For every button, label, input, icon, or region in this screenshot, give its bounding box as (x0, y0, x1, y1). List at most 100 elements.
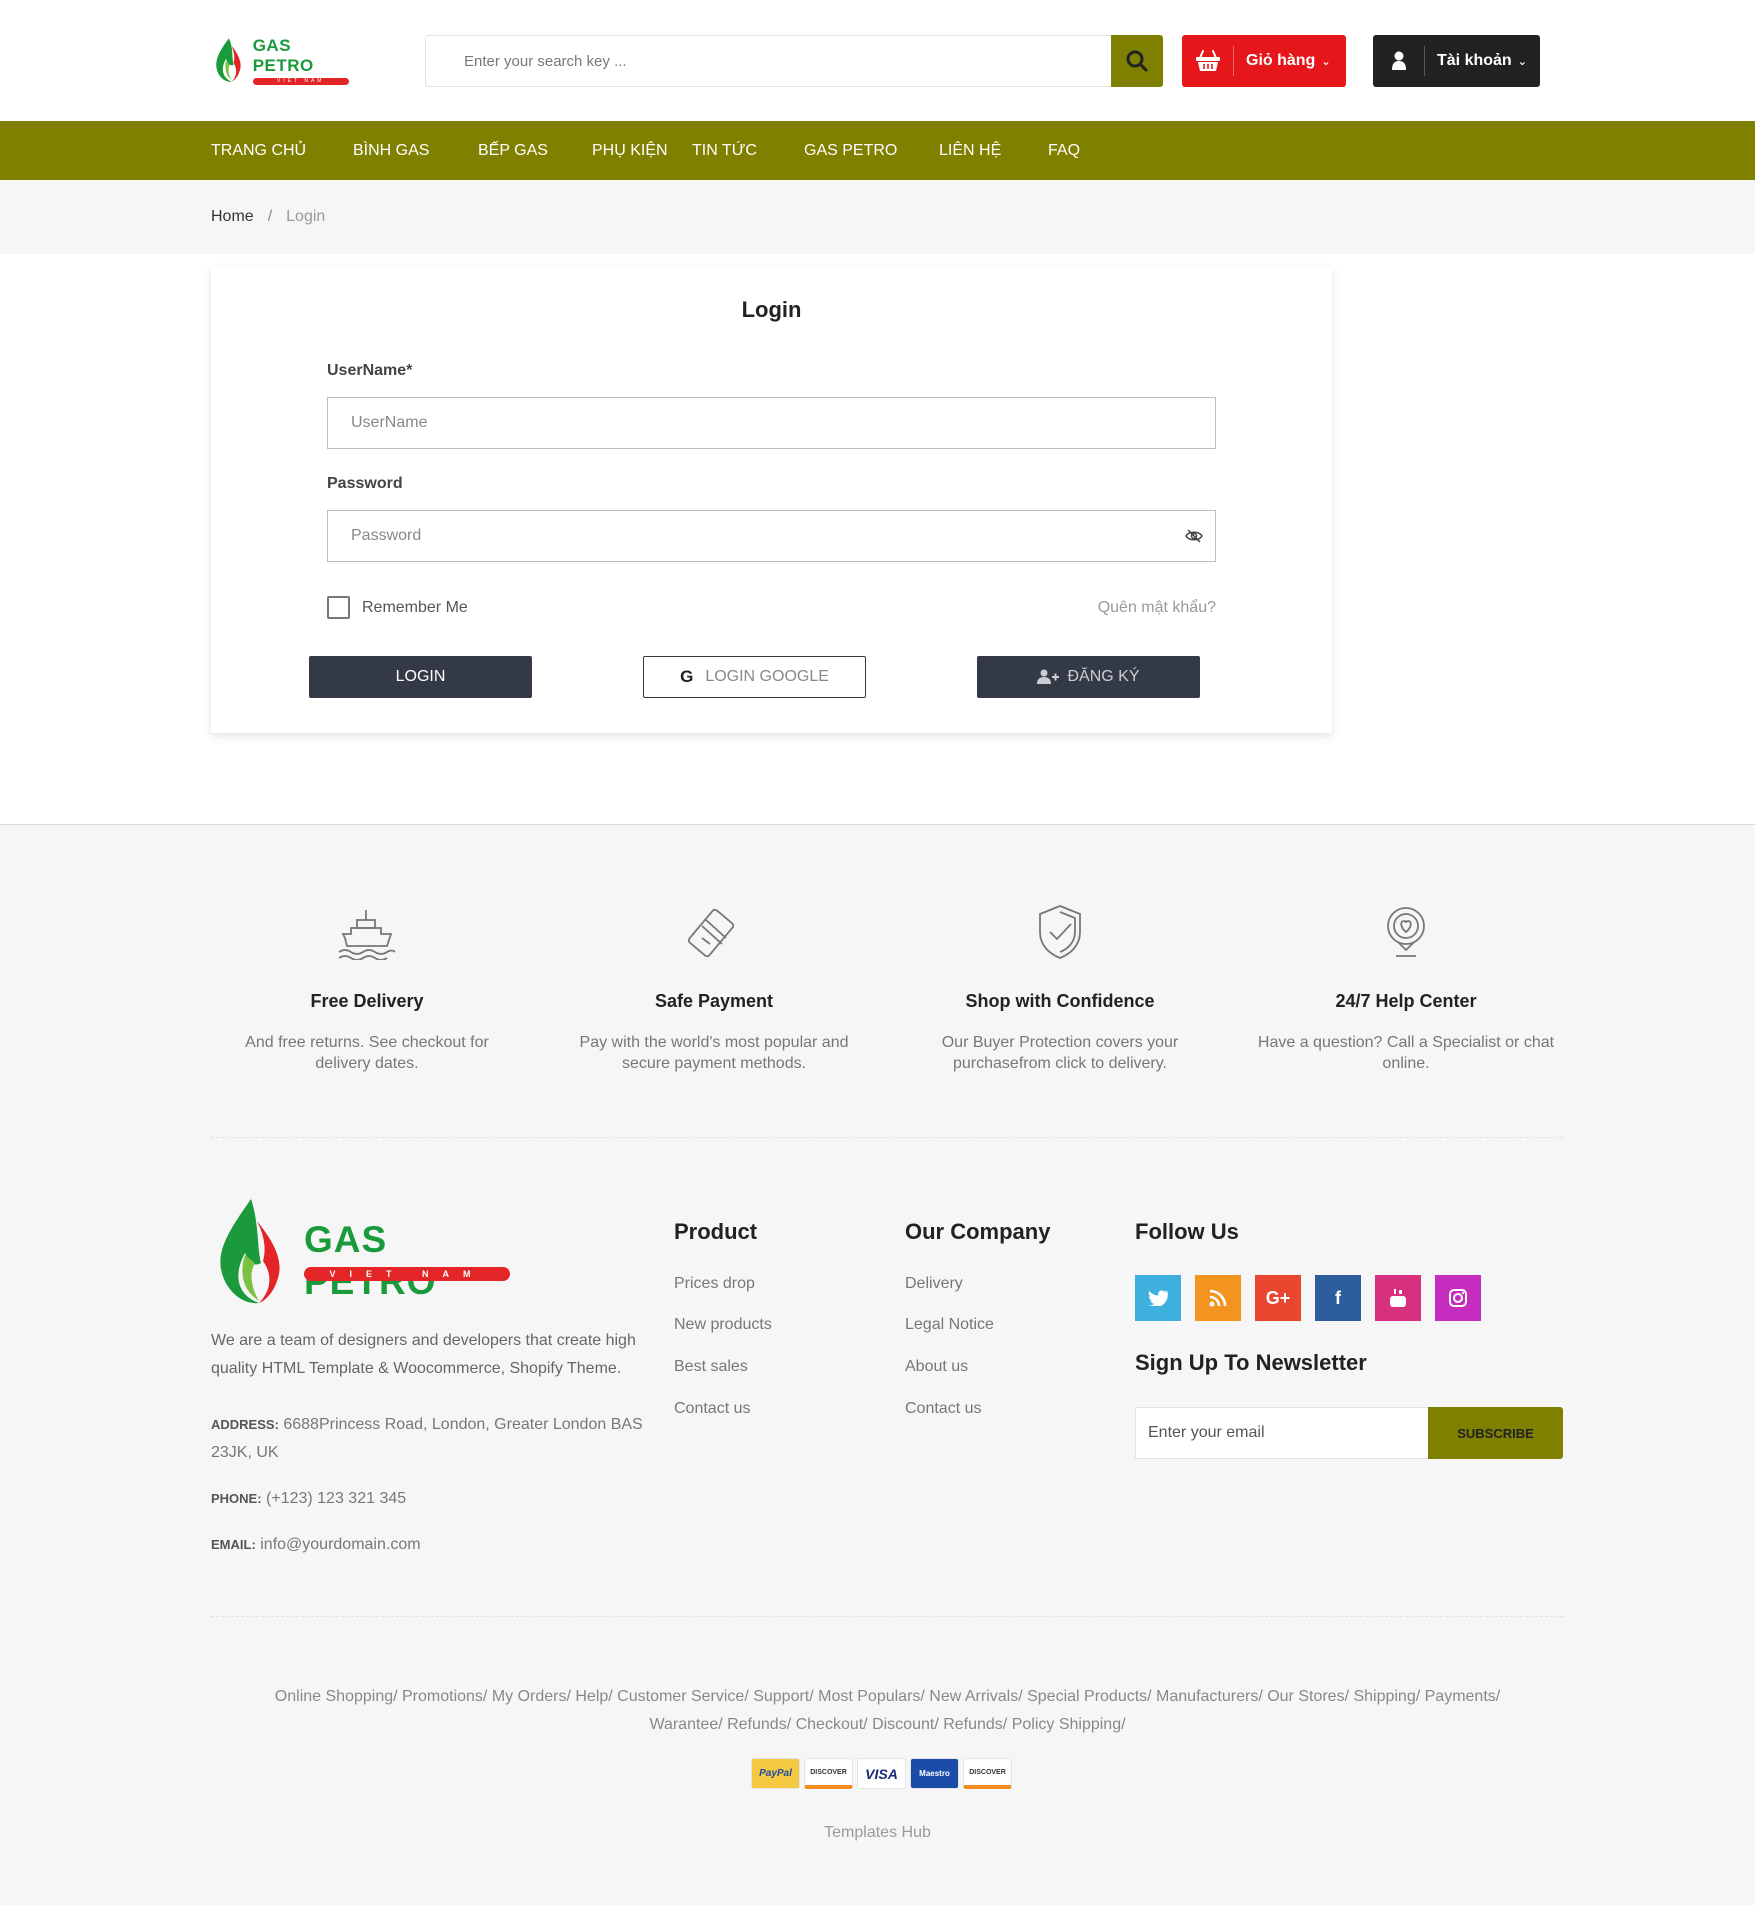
footer-phone: PHONE: (+123) 123 321 345 (211, 1485, 651, 1513)
feature-desc: Pay with the world's most popular and se… (579, 1034, 849, 1072)
nav-item-binh-gas[interactable]: BÌNH GAS (353, 121, 429, 180)
youtube-icon[interactable] (1375, 1275, 1421, 1321)
logo-tagline: VIET NAM (252, 77, 349, 85)
remember-me[interactable]: Remember Me (327, 596, 468, 619)
eye-slash-icon[interactable] (1185, 528, 1203, 549)
footer-link-delivery[interactable]: Delivery (905, 1275, 963, 1293)
nav-item-gas-petro[interactable]: GAS PETRO (804, 121, 897, 180)
footer-link-contact-us[interactable]: Contact us (674, 1400, 750, 1418)
footer-link-legal-notice[interactable]: Legal Notice (905, 1316, 994, 1334)
footer: Free Delivery And free returns. See chec… (0, 824, 1755, 1905)
breadcrumb-home[interactable]: Home (211, 208, 254, 225)
phone-label: PHONE: (211, 1491, 262, 1506)
visa-icon: VISA (857, 1758, 906, 1789)
nav-item-phu-kien[interactable]: PHỤ KIỆN (592, 121, 668, 180)
feature-title: Shop with Confidence (965, 991, 1155, 1011)
footer-logo-tagline: VIET NAM (304, 1267, 510, 1281)
nav-item-tin-tuc[interactable]: TIN TỨC (692, 121, 757, 180)
footer-link-about-us[interactable]: About us (905, 1358, 968, 1376)
breadcrumb-separator: / (267, 208, 273, 225)
twitter-icon[interactable] (1135, 1275, 1181, 1321)
feature-desc: Have a question? Call a Specialist or ch… (1257, 1034, 1555, 1072)
search-icon (1126, 50, 1148, 72)
feature-desc: Our Buyer Protection covers your purchas… (941, 1034, 1179, 1072)
subscribe-button[interactable]: SUBSCRIBE (1428, 1407, 1563, 1459)
footer-email: EMAIL: info@yourdomain.com (211, 1531, 651, 1559)
footer-logo-text: GAS PETRO (304, 1219, 437, 1302)
footer-about: We are a team of designers and developer… (211, 1332, 636, 1377)
instagram-icon[interactable] (1435, 1275, 1481, 1321)
email-label: EMAIL: (211, 1537, 256, 1552)
login-title: Login (741, 297, 802, 322)
discover-icon: DISCOVER (963, 1758, 1012, 1789)
footer-divider (211, 1616, 1563, 1617)
forgot-password-link[interactable]: Quên mật khẩu? (1098, 599, 1216, 617)
login-button[interactable]: LOGIN (309, 656, 532, 698)
company-column-title: Our Company (905, 1219, 1051, 1244)
footer-link-contact-us[interactable]: Contact us (905, 1400, 981, 1418)
card-icon (687, 908, 735, 958)
flame-logo-icon (216, 38, 241, 82)
footer-divider (211, 1137, 1563, 1138)
google-plus-icon[interactable]: G+ (1255, 1275, 1301, 1321)
footer-address: ADDRESS: 6688Princess Road, London, Grea… (211, 1411, 651, 1467)
user-plus-icon (1037, 669, 1060, 685)
footer-bottom-links[interactable]: Online Shopping/ Promotions/ My Orders/ … (260, 1683, 1515, 1739)
search-button[interactable] (1111, 35, 1163, 87)
copyright: Templates Hub (824, 1824, 931, 1841)
username-field (327, 397, 1216, 449)
account-label: Tài khoản (1437, 52, 1512, 69)
rss-icon[interactable] (1195, 1275, 1241, 1321)
footer-link-prices-drop[interactable]: Prices drop (674, 1275, 755, 1293)
nav-item-home[interactable]: TRANG CHỦ (211, 121, 306, 180)
phone-value: (+123) 123 321 345 (266, 1490, 407, 1507)
newsletter-email-input[interactable] (1136, 1408, 1428, 1458)
ship-icon (338, 910, 396, 960)
login-google-button[interactable]: G LOGIN GOOGLE (643, 656, 866, 698)
password-input[interactable] (328, 511, 1215, 561)
breadcrumb-current: Login (286, 208, 326, 225)
username-input[interactable] (328, 398, 1215, 448)
facebook-icon[interactable]: f (1315, 1275, 1361, 1321)
feature-desc: And free returns. See checkout for deliv… (245, 1034, 489, 1072)
footer-link-best-sales[interactable]: Best sales (674, 1358, 748, 1376)
main-nav: TRANG CHỦ BÌNH GAS BẾP GAS PHỤ KIỆN TIN … (0, 121, 1755, 180)
remember-checkbox[interactable] (327, 596, 350, 619)
nav-item-bep-gas[interactable]: BẾP GAS (478, 121, 548, 180)
newsletter-title: Sign Up To Newsletter (1135, 1350, 1367, 1375)
nav-item-lien-he[interactable]: LIÊN HỆ (939, 121, 1001, 180)
footer-link-new-products[interactable]: New products (674, 1316, 772, 1334)
site-logo[interactable]: GAS PETRO VIET NAM (211, 35, 351, 85)
password-field (327, 510, 1216, 562)
shield-check-icon (1039, 905, 1081, 959)
user-icon (1373, 46, 1425, 76)
chevron-down-icon: ⌄ (1321, 55, 1331, 68)
breadcrumb-bar: Home / Login (0, 180, 1755, 254)
google-icon: G (680, 667, 694, 686)
logo-text: GAS PETRO (252, 35, 314, 75)
header: GAS PETRO VIET NAM Giỏ hàng ⌄ (0, 0, 1755, 121)
paypal-icon: PayPal (751, 1758, 800, 1789)
username-label: UserName* (327, 362, 413, 379)
register-button[interactable]: ĐĂNG KÝ (977, 656, 1200, 698)
feature-title: Safe Payment (654, 991, 774, 1011)
remember-label: Remember Me (362, 598, 468, 616)
cart-button[interactable]: Giỏ hàng ⌄ (1182, 35, 1346, 87)
discover-icon: DISCOVER (804, 1758, 853, 1789)
newsletter-field (1135, 1407, 1428, 1459)
chevron-down-icon: ⌄ (1517, 55, 1527, 68)
account-button[interactable]: Tài khoản ⌄ (1373, 35, 1540, 87)
payment-methods: PayPal DISCOVER VISA Maestro DISCOVER (751, 1758, 1012, 1789)
feature-title: Free Delivery (310, 991, 424, 1011)
basket-icon (1182, 46, 1234, 76)
register-label: ĐĂNG KÝ (1067, 668, 1140, 685)
footer-logo[interactable]: GAS PETRO VIET NAM (211, 1197, 521, 1317)
password-label: Password (327, 475, 403, 492)
nav-item-faq[interactable]: FAQ (1048, 121, 1080, 180)
search-input[interactable] (426, 36, 1111, 86)
help-pin-icon (1387, 907, 1425, 957)
email-value[interactable]: info@yourdomain.com (260, 1536, 420, 1553)
product-column-title: Product (674, 1219, 758, 1244)
maestro-icon: Maestro (910, 1758, 959, 1789)
follow-us-title: Follow Us (1135, 1219, 1239, 1244)
